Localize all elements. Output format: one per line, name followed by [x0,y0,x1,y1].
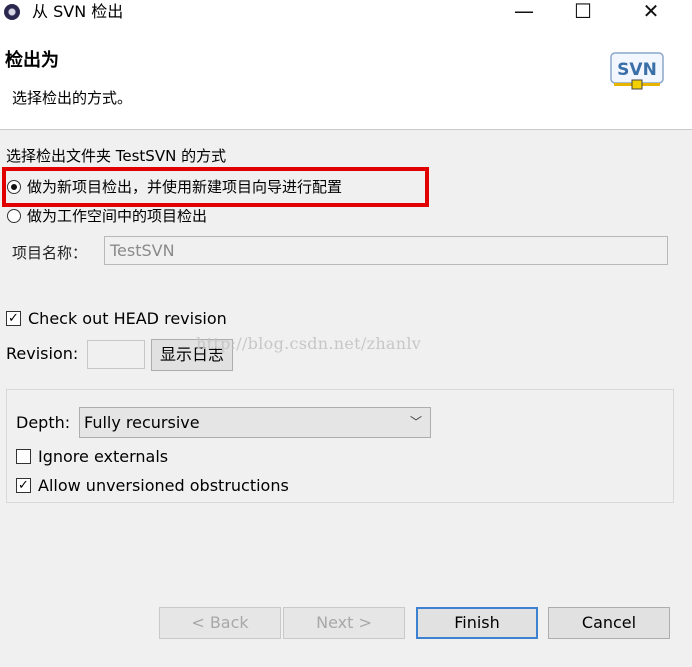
allow-unversioned-option[interactable]: ✓ Allow unversioned obstructions [16,476,289,495]
watermark-text: http://blog.csdn.net/zhanlv [196,334,422,353]
revision-input[interactable] [87,340,145,369]
chevron-down-icon: ﹀ [409,415,422,429]
ignore-externals-option[interactable]: Ignore externals [16,447,168,466]
checkout-method-label: 选择检出文件夹 TestSVN 的方式 [6,147,227,165]
window-title: 从 SVN 检出 [32,2,124,21]
wizard-banner [0,25,692,130]
eclipse-app-icon [4,4,20,20]
head-revision-checkbox[interactable]: ✓ [6,311,21,326]
ignore-externals-label: Ignore externals [38,447,169,466]
maximize-button[interactable]: ☐ [560,0,606,25]
minimize-button[interactable]: — [501,0,547,25]
radio-button-unselected[interactable] [7,209,21,223]
allow-unversioned-checkbox[interactable]: ✓ [16,478,31,493]
finish-button[interactable]: Finish [416,607,538,639]
check-out-head-option[interactable]: ✓ Check out HEAD revision [6,309,227,328]
ignore-externals-checkbox[interactable] [16,449,31,464]
project-name-input[interactable]: TestSVN [104,236,668,265]
revision-label: Revision: [6,344,79,363]
svn-logo-text: SVN [617,60,657,80]
depth-label: Depth: [16,413,71,432]
page-description: 选择检出的方式。 [12,89,133,107]
page-title: 检出为 [5,50,59,71]
allow-unversioned-label: Allow unversioned obstructions [38,476,289,495]
project-name-label: 项目名称： [12,244,88,262]
svn-logo-icon: SVN [610,52,664,90]
annotation-highlight-box [2,167,429,207]
next-button[interactable]: Next > [283,607,405,639]
close-button[interactable]: ✕ [628,0,674,25]
depth-selected-value: Fully recursive [84,413,200,432]
back-button[interactable]: < Back [159,607,281,639]
cancel-button[interactable]: Cancel [548,607,670,639]
depth-select[interactable]: Fully recursive ﹀ [79,407,431,438]
head-revision-label: Check out HEAD revision [28,309,227,328]
